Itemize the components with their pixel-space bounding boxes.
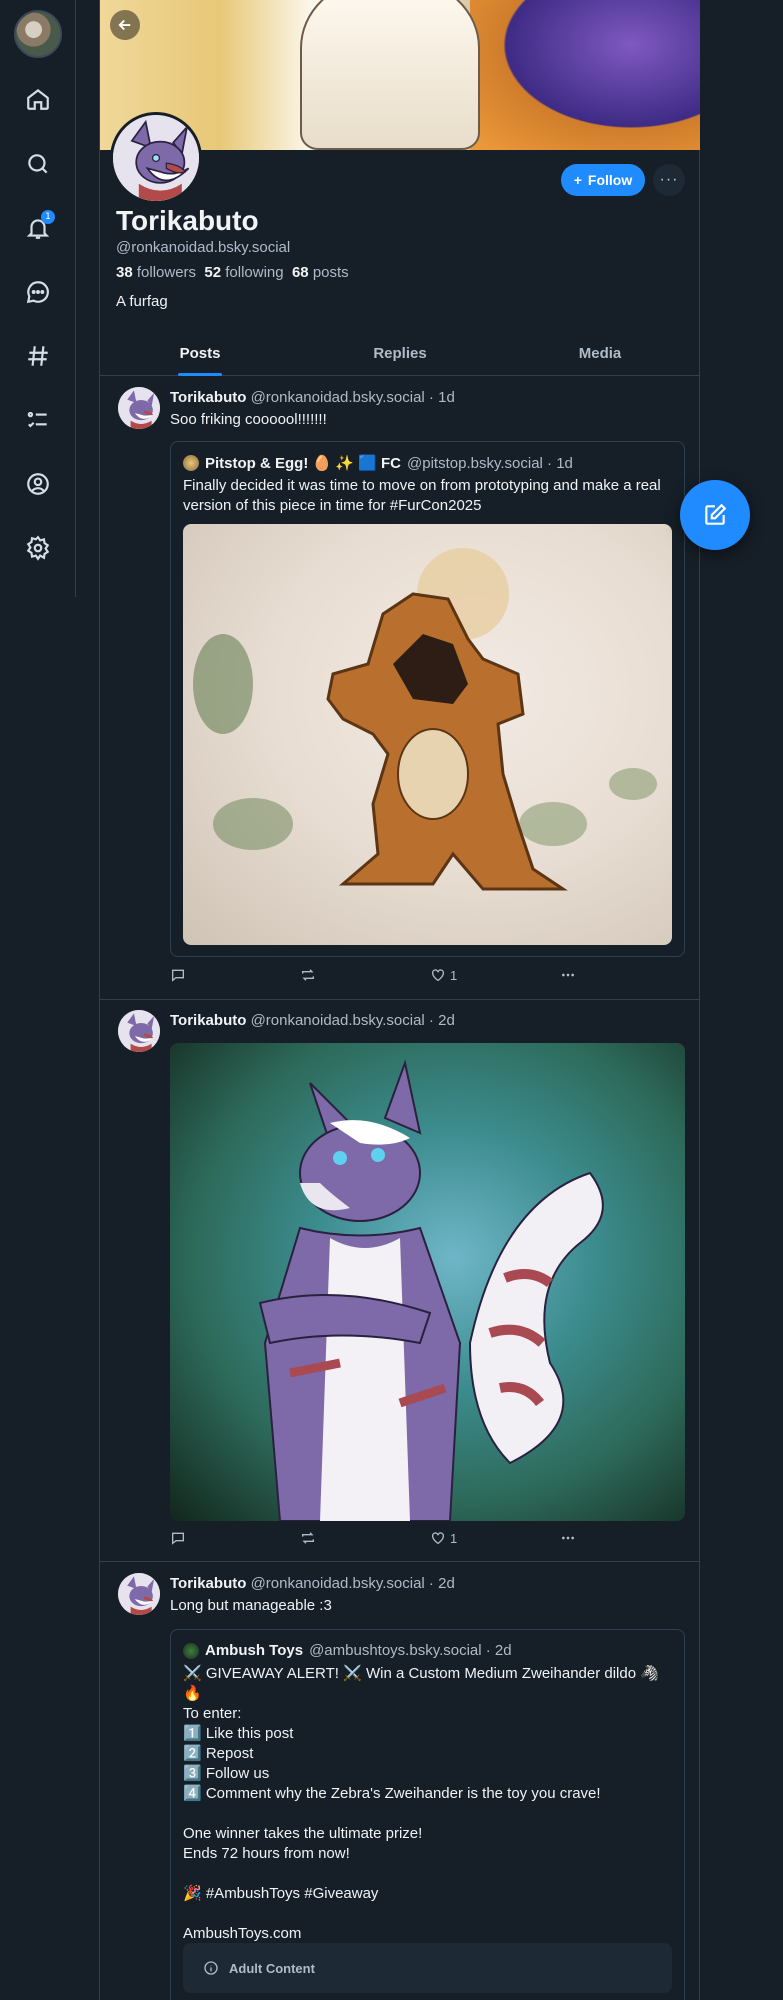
chat-icon[interactable] [22, 276, 54, 308]
profile-main: + Follow ··· Torikabuto @ronkanoidad.bsk… [99, 0, 700, 2000]
adult-content-warning[interactable]: Adult Content [183, 1943, 672, 1993]
post-author[interactable]: Torikabuto [170, 1575, 246, 1592]
tab-replies[interactable]: Replies [300, 332, 500, 375]
repost-icon [302, 1532, 314, 1544]
search-icon[interactable] [22, 148, 54, 180]
post-text: Soo friking coooool!!!!!!! [170, 411, 327, 428]
feed-post[interactable]: Torikabuto @ronkanoidad.bsky.social · 1d… [100, 377, 700, 1000]
ellipsis-icon [562, 1536, 574, 1540]
followers-link[interactable]: 38 followers [116, 264, 196, 281]
compose-icon [705, 503, 727, 525]
quote-text: ⚔️ GIVEAWAY ALERT! ⚔️ Win a Custom Mediu… [183, 1665, 659, 1942]
profile-handle: @ronkanoidad.bsky.social [116, 239, 291, 256]
post-avatar[interactable] [118, 1010, 160, 1052]
quote-author: Pitstop & Egg! 🥚 ✨ 🟦 FC [205, 455, 402, 472]
quote-avatar [183, 455, 199, 471]
post-actions: 1 [170, 1530, 590, 1550]
hashtag-icon[interactable] [22, 340, 54, 372]
reply-icon [172, 1532, 184, 1545]
left-nav: 1 [0, 0, 76, 597]
post-more-button[interactable] [560, 967, 576, 983]
like-button[interactable]: 1 [430, 967, 457, 983]
arrow-left-icon [118, 19, 131, 31]
more-options-button[interactable]: ··· [653, 164, 685, 196]
post-header: Torikabuto @ronkanoidad.bsky.social · 1d [170, 389, 455, 406]
post-more-button[interactable] [560, 1530, 576, 1546]
reply-icon [172, 969, 184, 982]
back-button[interactable] [110, 10, 140, 40]
quote-author: Ambush Toys [205, 1642, 304, 1659]
quote-image-wood-puzzle[interactable] [183, 524, 672, 945]
post-handle-time: @ronkanoidad.bsky.social · 2d [250, 1012, 455, 1029]
repost-button[interactable] [300, 1530, 316, 1546]
post-avatar[interactable] [118, 1573, 160, 1615]
tab-media[interactable]: Media [500, 332, 700, 375]
post-author[interactable]: Torikabuto [170, 1012, 246, 1029]
list-icon[interactable] [22, 404, 54, 436]
reply-button[interactable] [170, 967, 186, 983]
compose-button[interactable] [680, 480, 750, 550]
profile-icon[interactable] [22, 468, 54, 500]
profile-tabs: Posts Replies Media [100, 332, 700, 376]
tab-posts[interactable]: Posts [100, 332, 300, 375]
feed-post[interactable]: Torikabuto @ronkanoidad.bsky.social · 2d [100, 1000, 700, 1562]
quoted-post[interactable]: Ambush Toys @ambushtoys.bsky.social · 2d… [170, 1629, 685, 2000]
follow-button[interactable]: + Follow [561, 164, 645, 196]
post-header: Torikabuto @ronkanoidad.bsky.social · 2d [170, 1012, 455, 1029]
post-avatar[interactable] [118, 387, 160, 429]
notification-badge: 1 [41, 210, 55, 224]
quote-text: Finally decided it was time to move on f… [183, 477, 661, 514]
post-actions: 1 [170, 967, 590, 987]
heart-icon [432, 969, 444, 982]
posts-count: 68 posts [291, 264, 349, 281]
repost-icon [302, 969, 314, 981]
post-author[interactable]: Torikabuto [170, 389, 246, 406]
like-count: 1 [450, 967, 458, 983]
like-count: 1 [450, 1530, 458, 1546]
feed-post[interactable]: Torikabuto @ronkanoidad.bsky.social · 2d… [100, 1563, 700, 2000]
profile-avatar[interactable] [110, 112, 202, 204]
post-image-character-art[interactable] [170, 1043, 685, 1521]
profile-bio: A furfag [116, 293, 168, 310]
post-header: Torikabuto @ronkanoidad.bsky.social · 2d [170, 1575, 455, 1592]
quote-handle-time: @ambushtoys.bsky.social · 2d [309, 1642, 512, 1659]
plus-icon: + [573, 172, 582, 188]
ellipsis-icon [562, 973, 574, 977]
post-text: Long but manageable :3 [170, 1597, 332, 1614]
like-button[interactable]: 1 [430, 1530, 457, 1546]
my-avatar[interactable] [14, 10, 62, 58]
quoted-post[interactable]: Pitstop & Egg! 🥚 ✨ 🟦 FC @pitstop.bsky.so… [170, 441, 685, 957]
info-icon [204, 1961, 218, 1975]
post-handle-time: @ronkanoidad.bsky.social · 1d [250, 389, 455, 406]
heart-icon [432, 1532, 444, 1545]
bell-icon[interactable]: 1 [22, 210, 55, 244]
settings-icon[interactable] [22, 532, 54, 564]
following-link[interactable]: 52 following [204, 264, 283, 281]
profile-stats: 38 followers 52 following 68 posts [116, 264, 349, 281]
home-icon[interactable] [22, 83, 54, 115]
display-name: Torikabuto [116, 205, 259, 236]
reply-button[interactable] [170, 1530, 186, 1546]
quote-handle-time: @pitstop.bsky.social · 1d [407, 454, 573, 472]
quote-avatar [183, 1642, 199, 1659]
repost-button[interactable] [300, 967, 316, 983]
post-handle-time: @ronkanoidad.bsky.social · 2d [250, 1575, 455, 1592]
